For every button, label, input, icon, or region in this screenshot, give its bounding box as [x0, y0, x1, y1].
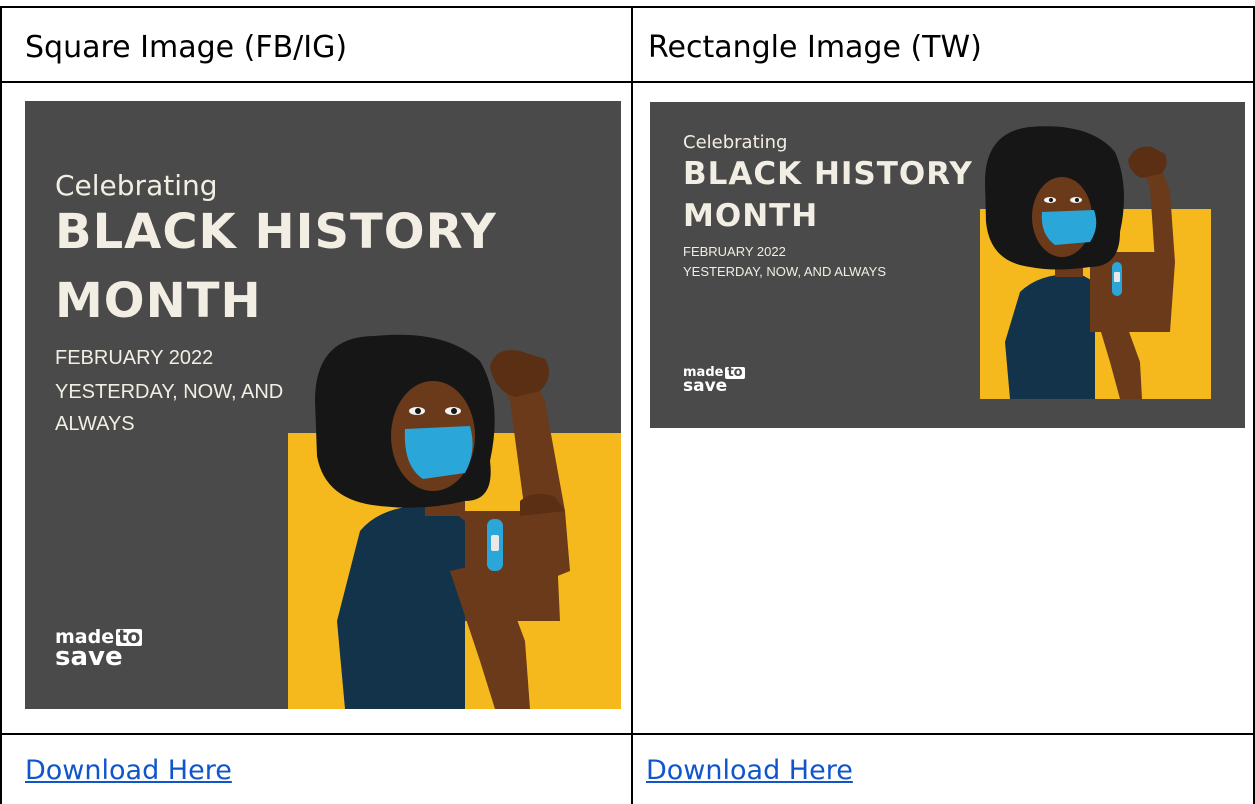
rect-date-text: FEBRUARY 2022 [683, 244, 786, 259]
download-square-link[interactable]: Download Here [25, 748, 232, 792]
square-brand-logo: made to save [55, 627, 143, 673]
header-rectangle-image: Rectangle Image (TW) [648, 29, 982, 65]
header-square-image: Square Image (FB/IG) [25, 29, 348, 65]
brand-save-text: save [55, 642, 123, 673]
rect-tagline-text: YESTERDAY, NOW, AND ALWAYS [683, 264, 886, 279]
square-headline-line2: MONTH [55, 273, 262, 329]
square-date-text: FEBRUARY 2022 [55, 347, 214, 369]
square-tagline-line1: YESTERDAY, NOW, AND [55, 381, 284, 403]
rectangle-graphic-image: Celebrating BLACK HISTORY MONTH FEBRUARY… [650, 102, 1245, 428]
square-headline-line1: BLACK HISTORY [55, 204, 497, 260]
row-divider-2 [0, 733, 1255, 735]
media-table: Square Image (FB/IG) Rectangle Image (TW… [0, 0, 1255, 804]
brand-to-text: to [725, 365, 745, 380]
brand-save-text: save [683, 375, 728, 396]
rect-headline-line1: BLACK HISTORY [683, 156, 973, 192]
square-celebrating-text: Celebrating [55, 169, 218, 202]
rect-headline-line2: MONTH [683, 198, 819, 234]
square-graphic-image: Celebrating BLACK HISTORY MONTH FEBRUARY… [25, 101, 621, 709]
table-border-left [0, 6, 2, 804]
column-divider [631, 6, 633, 804]
rect-celebrating-text: Celebrating [683, 132, 788, 153]
rect-brand-logo: made to save [683, 365, 745, 396]
square-tagline-line2: ALWAYS [55, 413, 135, 435]
download-rectangle-link[interactable]: Download Here [646, 748, 853, 792]
